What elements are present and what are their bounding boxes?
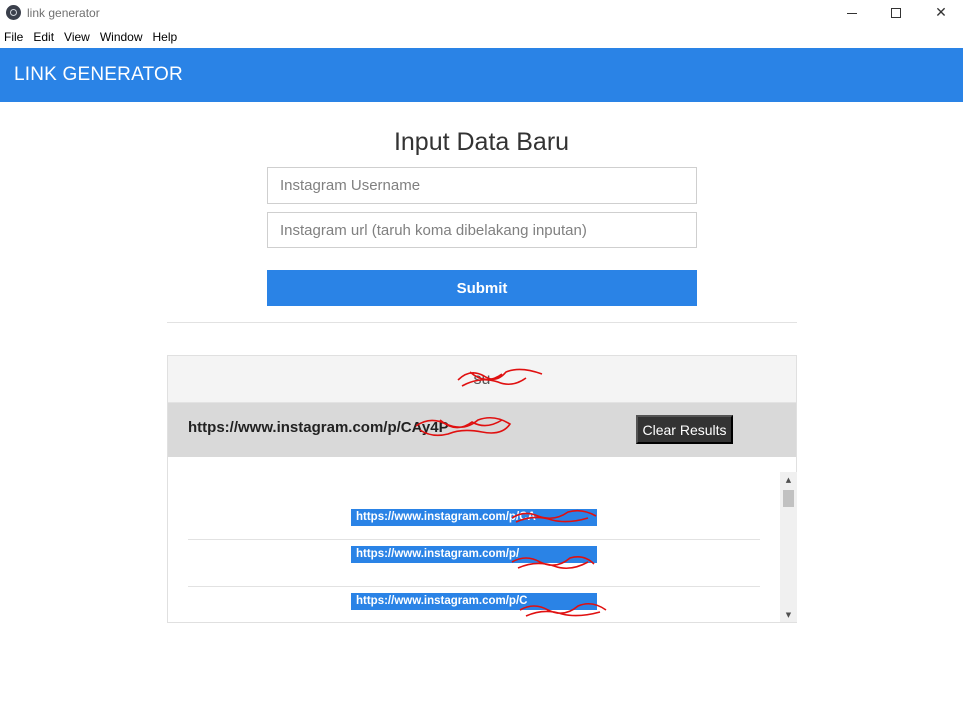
divider [167, 322, 797, 323]
result-link[interactable]: https://www.instagram.com/p/ [351, 546, 597, 563]
list-item: https://www.instagram.com/p/CA [188, 503, 760, 540]
window-title: link generator [27, 6, 100, 20]
results-header: su [168, 356, 796, 403]
vertical-scrollbar[interactable]: ▲ ▼ [780, 472, 797, 622]
menu-window[interactable]: Window [100, 28, 143, 47]
scroll-up-icon[interactable]: ▲ [780, 472, 797, 487]
submit-button[interactable]: Submit [267, 270, 697, 306]
results-card: su https://www.instagram.com/p/CAy4P Cle… [167, 355, 797, 623]
menu-edit[interactable]: Edit [33, 28, 54, 47]
username-input[interactable] [267, 167, 697, 204]
window-titlebar: link generator ✕ [0, 0, 963, 26]
menu-view[interactable]: View [64, 28, 90, 47]
result-link[interactable]: https://www.instagram.com/p/CA [351, 509, 597, 526]
results-list: https://www.instagram.com/p/CA https://w… [188, 503, 760, 622]
scroll-down-icon[interactable]: ▼ [780, 607, 797, 622]
menu-file[interactable]: File [4, 28, 23, 47]
menu-bar: File Edit View Window Help [0, 28, 182, 47]
app-title: LINK GENERATOR [14, 64, 183, 85]
url-input[interactable] [267, 212, 697, 248]
app-header: LINK GENERATOR [0, 48, 963, 102]
results-scroll-area[interactable]: https://www.instagram.com/p/CA https://w… [168, 457, 796, 622]
minimize-icon[interactable] [829, 0, 875, 26]
result-link[interactable]: https://www.instagram.com/p/C [351, 593, 597, 610]
close-icon[interactable]: ✕ [918, 0, 963, 26]
current-link-bar: https://www.instagram.com/p/CAy4P Clear … [168, 403, 796, 457]
current-link: https://www.instagram.com/p/CAy4P [188, 419, 449, 436]
status-text: su [473, 371, 491, 388]
app-icon [6, 5, 21, 20]
maximize-icon[interactable] [873, 0, 919, 26]
scrollbar-thumb[interactable] [783, 490, 794, 507]
list-item: https://www.instagram.com/p/ [188, 540, 760, 587]
list-item: https://www.instagram.com/p/C [188, 587, 760, 622]
form-title: Input Data Baru [393, 128, 570, 156]
clear-results-button[interactable]: Clear Results [636, 415, 733, 444]
menu-help[interactable]: Help [153, 28, 178, 47]
